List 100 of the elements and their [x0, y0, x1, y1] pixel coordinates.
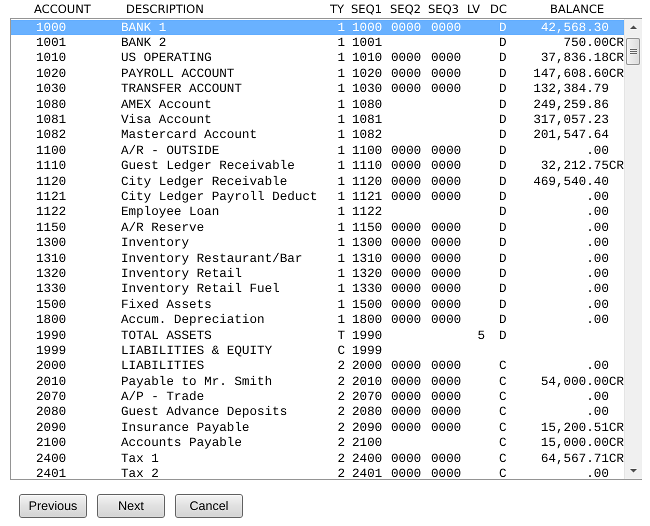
- account-row[interactable]: 2000 LIABILITIES 2 2000 0000 0000 C .00: [11, 358, 624, 374]
- table-cell-text: 0000: [431, 282, 462, 296]
- account-row[interactable]: 1020 PAYROLL ACCOUNT 1 1020 0000 0000 D 147,608.60CR: [11, 66, 624, 82]
- table-cell-text: 0000: [431, 82, 462, 96]
- table-cell-text: 1110: [36, 159, 68, 174]
- table-cell-text: 0000: [391, 467, 422, 482]
- table-cell-text: TOTAL ASSETS: [121, 328, 213, 342]
- table-cell-text: .00: [585, 359, 610, 374]
- account-row[interactable]: 1082 Mastercard Account 1 1082 D 201,547.64: [11, 128, 624, 144]
- table-cell-text: D: [498, 98, 508, 112]
- table-cell-text: 0000: [391, 452, 422, 466]
- account-row[interactable]: 1010 US OPERATING 1 1010 0000 0000 D 37,836.18CR: [11, 50, 624, 66]
- table-cell-text: 2070: [36, 390, 68, 404]
- table-cell-text: 1990: [352, 328, 384, 342]
- table-cell-text: 0000: [391, 420, 422, 435]
- table-cell-text: 1: [336, 98, 346, 112]
- table-cell-text: C: [336, 344, 346, 358]
- account-list[interactable]: [10, 18, 642, 480]
- table-cell-text: Fixed Assets: [121, 298, 213, 312]
- table-cell-text: D: [498, 190, 508, 204]
- account-row[interactable]: 1110 Guest Ledger Receivable 1 1110 0000 0000 D 32,212.75CR: [11, 158, 624, 174]
- account-row[interactable]: 2080 Guest Advance Deposits 2 2080 0000 0000 C .00: [11, 404, 624, 420]
- table-cell-text: 1001: [36, 36, 68, 50]
- table-cell-text: Payable to Mr. Smith: [121, 374, 274, 389]
- account-row[interactable]: 2401 Tax 2 2 2401 0000 0000 C .00: [11, 466, 624, 482]
- account-row[interactable]: 1120 City Ledger Receivable 1 1120 0000 0000 D 469,540.40: [11, 174, 624, 190]
- account-row[interactable]: 1081 Visa Account 1 1081 D 317,057.23: [11, 112, 624, 128]
- account-row[interactable]: 1990 TOTAL ASSETS T 1990 5 D: [11, 328, 624, 344]
- dialog-button[interactable]: Previous: [19, 494, 87, 518]
- account-row[interactable]: 1300 Inventory 1 1300 0000 0000 D .00: [11, 235, 624, 251]
- table-cell-text: 0000: [431, 159, 462, 174]
- table-cell-text: 1999: [36, 344, 68, 358]
- table-cell-text: 2: [336, 452, 346, 466]
- column-header: LV: [467, 2, 482, 16]
- account-row[interactable]: 1320 Inventory Retail 1 1320 0000 0000 D .00: [11, 266, 624, 282]
- table-cell-text: 0000: [431, 51, 462, 66]
- table-cell-text: C: [498, 436, 508, 450]
- table-cell-text: D: [498, 144, 508, 158]
- table-cell-text: 0000: [391, 313, 422, 328]
- table-cell-text: 469,540.40: [532, 174, 610, 189]
- table-cell-text: 1150: [36, 220, 68, 235]
- table-cell-text: 1999: [352, 344, 384, 358]
- table-cell-text: 0000: [431, 266, 462, 281]
- scrollbar[interactable]: [624, 19, 642, 479]
- table-cell-text: 2090: [36, 420, 68, 435]
- table-cell-text: 2400: [36, 452, 68, 466]
- account-row[interactable]: 1030 TRANSFER ACCOUNT 1 1030 0000 0000 D 132,384.79: [11, 82, 624, 97]
- table-cell-text: 0000: [431, 374, 462, 389]
- table-cell-text: C: [498, 405, 508, 420]
- dialog-button[interactable]: Cancel: [175, 494, 243, 518]
- table-cell-text: 0000: [431, 20, 462, 35]
- account-row[interactable]: 1080 AMEX Account 1 1080 D 249,259.86: [11, 96, 624, 112]
- table-cell-text: 1: [336, 51, 346, 66]
- table-cell-text: 0000: [391, 405, 422, 420]
- table-cell-text: 0000: [391, 82, 422, 96]
- table-cell-text: 0000: [431, 236, 462, 250]
- table-cell-text: 1081: [352, 113, 384, 128]
- account-row[interactable]: 2090 Insurance Payable 2 2090 0000 0000 C 15,200.51CR: [11, 420, 624, 436]
- table-cell-text: 0000: [391, 374, 422, 389]
- table-cell-text: 2400: [352, 452, 384, 466]
- table-cell-text: Mastercard Account: [121, 128, 258, 142]
- table-cell-text: 1320: [36, 266, 68, 281]
- table-cell-text: 1100: [352, 144, 384, 158]
- account-row[interactable]: 1999 LIABILITIES & EQUITY C 1999: [11, 343, 624, 359]
- table-cell-text: 0000: [391, 220, 422, 235]
- table-cell-text: 0000: [391, 359, 422, 374]
- table-cell-text: 0000: [391, 236, 422, 250]
- account-row[interactable]: 1800 Accum. Depreciation 1 1800 0000 0000 D .00: [11, 312, 624, 328]
- dialog-button[interactable]: Next: [97, 494, 165, 518]
- table-cell-text: 0000: [431, 420, 462, 435]
- table-cell-text: .00: [585, 313, 610, 328]
- table-cell-text: Accounts Payable: [121, 436, 243, 450]
- table-cell-text: 2: [336, 436, 346, 450]
- account-row[interactable]: 1310 Inventory Restaurant/Bar 1 1310 0000 0000 D .00: [11, 250, 624, 266]
- table-cell-text: 0000: [431, 390, 462, 404]
- account-row[interactable]: 1330 Inventory Retail Fuel 1 1330 0000 0000 D .00: [11, 282, 624, 298]
- account-row[interactable]: 1500 Fixed Assets 1 1500 0000 0000 D .00: [11, 297, 624, 312]
- account-row[interactable]: 1100 A/R - OUTSIDE 1 1100 0000 0000 D .00: [11, 143, 624, 159]
- account-row[interactable]: 1001 BANK 2 1 1001 D 750.00CR: [11, 35, 624, 51]
- table-cell-text: 2401: [36, 467, 68, 482]
- table-cell-text: 0000: [431, 467, 462, 482]
- table-cell-text: D: [498, 282, 508, 296]
- table-cell-text: .00: [585, 405, 610, 420]
- account-row[interactable]: 2070 A/P - Trade 2 2070 0000 0000 C .00: [11, 389, 624, 405]
- table-cell-text: C: [498, 390, 508, 404]
- table-cell-text: 5: [476, 328, 485, 342]
- table-cell-text: 0000: [391, 66, 422, 81]
- table-cell-text: 1: [336, 252, 346, 266]
- account-row[interactable]: 2400 Tax 1 2 2400 0000 0000 C 64,567.71CR: [11, 450, 624, 466]
- table-cell-text: 1: [336, 66, 346, 81]
- table-cell-text: 0000: [431, 252, 462, 266]
- account-row[interactable]: 1121 City Ledger Payroll Deduct 1 1121 0000 0000 D .00: [11, 189, 624, 205]
- table-cell-text: A/R - OUTSIDE: [121, 144, 220, 158]
- account-row[interactable]: 2010 Payable to Mr. Smith 2 2010 0000 0000 C 54,000.00CR: [11, 374, 624, 390]
- column-header: BALANCE: [550, 2, 606, 16]
- account-row[interactable]: 1150 A/R Reserve 1 1150 0000 0000 D .00: [11, 220, 624, 236]
- account-row[interactable]: 1122 Employee Loan 1 1122 D .00: [11, 204, 624, 220]
- account-row[interactable]: 2100 Accounts Payable 2 2100 C 15,000.00CR: [11, 436, 624, 451]
- table-cell-text: 2: [336, 405, 346, 420]
- scroll-thumb[interactable]: [626, 38, 640, 65]
